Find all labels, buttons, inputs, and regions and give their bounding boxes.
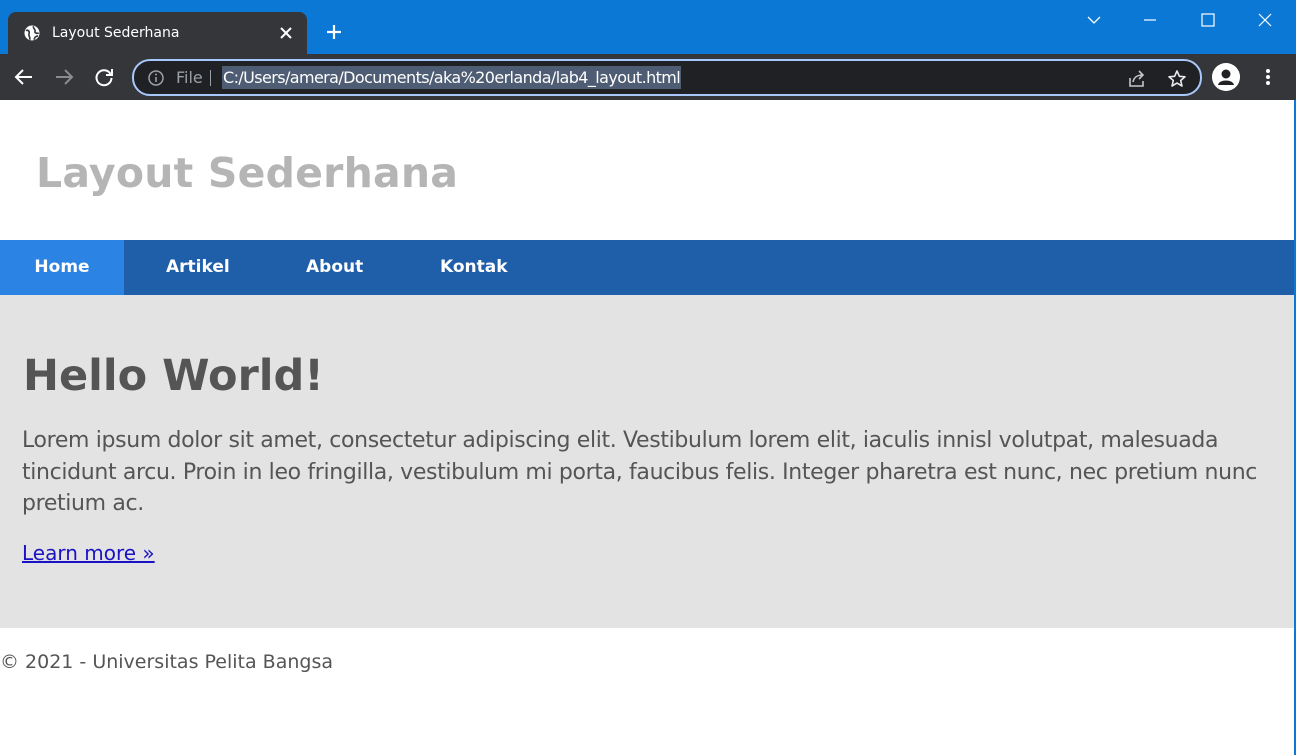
- globe-icon: [24, 25, 40, 41]
- site-title: Layout Sederhana: [36, 149, 459, 197]
- maximize-icon[interactable]: [1199, 11, 1217, 29]
- main-nav: Home Artikel About Kontak: [0, 240, 1294, 295]
- profile-avatar[interactable]: [1212, 63, 1240, 91]
- person-icon: [1212, 63, 1240, 91]
- minimize-icon[interactable]: [1141, 11, 1159, 29]
- footer-text: © 2021 - Universitas Pelita Bangsa: [0, 651, 333, 673]
- page-viewport: Layout Sederhana Home Artikel About Kont…: [0, 100, 1294, 755]
- browser-tab-active[interactable]: Layout Sederhana: [8, 12, 307, 54]
- forward-arrow-icon[interactable]: [53, 66, 75, 88]
- url-text[interactable]: C:/Users/amera/Documents/aka%20erlanda/l…: [222, 66, 682, 89]
- hero-title: Hello World!: [23, 351, 324, 401]
- hero-section: Hello World! Lorem ipsum dolor sit amet,…: [0, 295, 1294, 628]
- reload-icon[interactable]: [93, 66, 115, 88]
- share-icon[interactable]: [1127, 69, 1147, 89]
- chevron-down-icon[interactable]: [1085, 11, 1103, 29]
- tab-title: Layout Sederhana: [52, 25, 180, 41]
- nav-item-kontak[interactable]: Kontak: [440, 240, 508, 295]
- plus-icon[interactable]: [325, 23, 343, 41]
- star-icon[interactable]: [1167, 69, 1187, 89]
- more-vert-icon[interactable]: [1258, 66, 1278, 88]
- address-bar[interactable]: File C:/Users/amera/Documents/aka%20erla…: [132, 59, 1202, 96]
- nav-item-about[interactable]: About: [306, 240, 363, 295]
- back-arrow-icon[interactable]: [13, 66, 35, 88]
- browser-toolbar: File C:/Users/amera/Documents/aka%20erla…: [0, 54, 1296, 100]
- hero-text: Lorem ipsum dolor sit amet, consectetur …: [22, 428, 1258, 516]
- nav-item-home[interactable]: Home: [0, 240, 124, 295]
- address-separator: [210, 70, 211, 86]
- learn-more-link[interactable]: Learn more »: [22, 541, 155, 565]
- info-icon[interactable]: [147, 69, 165, 87]
- browser-titlebar: Layout Sederhana: [0, 0, 1296, 54]
- close-icon[interactable]: [1256, 11, 1274, 29]
- nav-item-artikel[interactable]: Artikel: [166, 240, 230, 295]
- close-icon[interactable]: [278, 25, 294, 41]
- url-scheme-label: File: [176, 68, 203, 87]
